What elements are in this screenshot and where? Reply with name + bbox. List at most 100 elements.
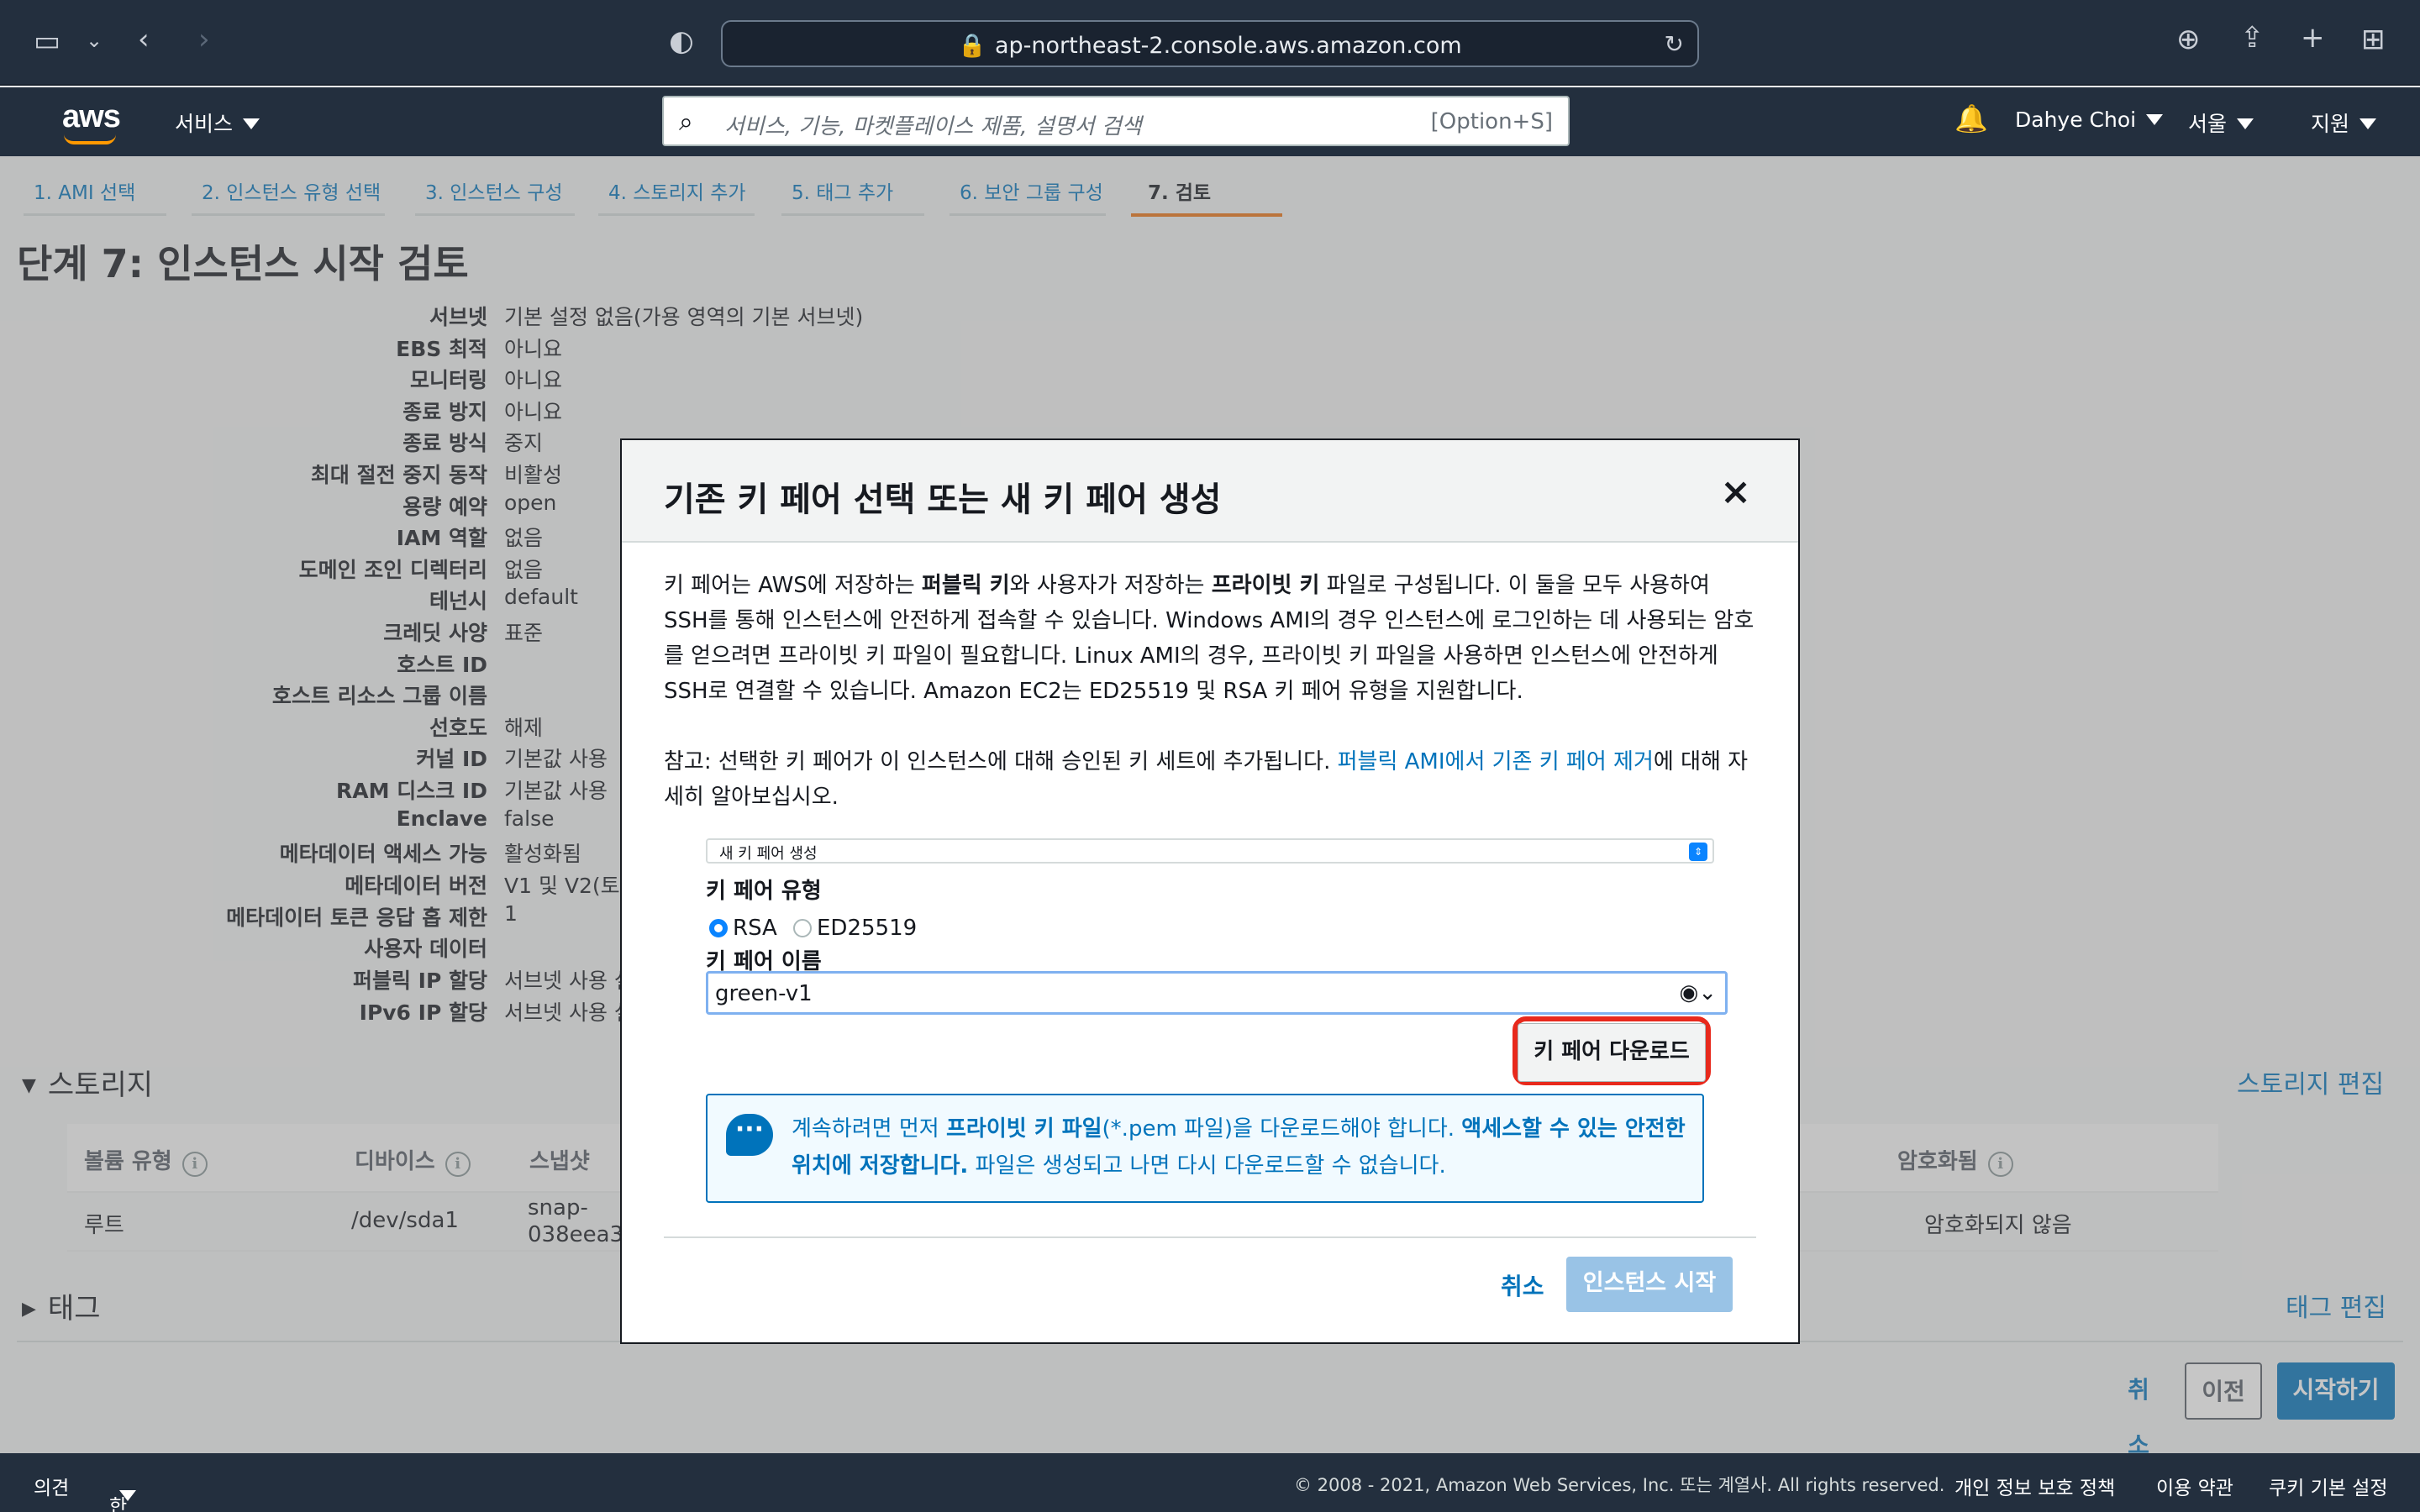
info-alert: ··· 계속하려면 먼저 프라이빗 키 파일(*.pem 파일)을 다운로드해야… bbox=[706, 1094, 1704, 1203]
key-name-input[interactable]: green-v1 ◉⌄ bbox=[706, 971, 1728, 1015]
key-pair-option-select[interactable]: 새 키 페어 생성 ⇕ bbox=[706, 838, 1714, 864]
forward-icon[interactable]: › bbox=[198, 25, 210, 54]
detail-row: 선호도 해제 bbox=[0, 711, 543, 742]
device-cell: /dev/sda1 bbox=[351, 1208, 459, 1233]
edit-tags-link[interactable]: 태그 편집 bbox=[2286, 1287, 2386, 1324]
detail-value: 기본값 사용 bbox=[504, 779, 608, 803]
close-icon[interactable]: × bbox=[1720, 470, 1751, 513]
tab-configure[interactable]: 3. 인스턴스 구성 bbox=[425, 176, 563, 205]
tab-underline-active bbox=[1131, 213, 1282, 217]
radio-rsa[interactable]: RSA bbox=[709, 916, 777, 941]
support-label: 지원 bbox=[2311, 112, 2350, 136]
detail-label: 용량 예약 bbox=[402, 495, 487, 519]
services-menu[interactable]: 서비스 bbox=[175, 108, 260, 138]
tab-ami[interactable]: 1. AMI 선택 bbox=[34, 176, 135, 205]
reload-icon[interactable]: ↻ bbox=[1665, 30, 1684, 58]
caret-down-icon bbox=[243, 118, 260, 129]
detail-value: 없음 bbox=[504, 526, 544, 550]
detail-value: default bbox=[504, 585, 578, 609]
detail-value: 아니요 bbox=[504, 368, 563, 392]
detail-row: 도메인 조인 디렉터리 없음 bbox=[0, 554, 543, 584]
cookie-link[interactable]: 쿠키 기본 설정 bbox=[2269, 1472, 2388, 1500]
modal-title: 기존 키 페어 선택 또는 새 키 페어 생성 bbox=[664, 480, 1222, 519]
sidebar-toggle-icon[interactable]: ▭ bbox=[34, 27, 60, 55]
search-icon: ⌕ bbox=[679, 108, 693, 137]
radio-ed25519[interactable]: ED25519 bbox=[793, 916, 917, 941]
detail-row: 메타데이터 버전 V1 및 V2(토큰 bbox=[0, 869, 639, 900]
radio-unselected-icon bbox=[793, 919, 812, 937]
detail-row: 메타데이터 액세스 가능 활성화됨 bbox=[0, 837, 581, 868]
back-icon[interactable]: ‹ bbox=[138, 25, 150, 54]
account-menu[interactable]: Dahye Choi bbox=[2015, 108, 2164, 132]
detail-row: 모니터링 아니요 bbox=[0, 364, 562, 394]
search-input[interactable]: ⌕ 서비스, 기능, 마켓플레이스 제품, 설명서 검색 [Option+S] bbox=[662, 96, 1570, 146]
launch-button[interactable]: 시작하기 bbox=[2277, 1362, 2395, 1420]
share-icon[interactable]: ⇪ bbox=[2240, 24, 2265, 52]
tab-security-group[interactable]: 6. 보안 그룹 구성 bbox=[960, 176, 1103, 205]
detail-label: Enclave bbox=[396, 806, 487, 831]
detail-label: 도메인 조인 디렉터리 bbox=[298, 558, 487, 582]
remove-key-pair-link[interactable]: 퍼블릭 AMI에서 기존 키 페어 제거 bbox=[1338, 749, 1654, 774]
detail-value: V1 및 V2(토큰 bbox=[504, 874, 639, 898]
tab-underline bbox=[24, 213, 166, 216]
detail-row: EBS 최적 아니요 bbox=[0, 333, 562, 363]
key-type-label: 키 페어 유형 bbox=[706, 879, 822, 904]
privacy-link[interactable]: 개인 정보 보호 정책 bbox=[1954, 1472, 2115, 1500]
terms-link[interactable]: 이용 약관 bbox=[2156, 1472, 2233, 1500]
autofill-contact-icon[interactable]: ◉⌄ bbox=[1680, 980, 1717, 1005]
info-icon[interactable]: i bbox=[1987, 1152, 2013, 1177]
detail-label: 종료 방지 bbox=[402, 400, 487, 424]
wizard-steps: 1. AMI 선택 2. 인스턴스 유형 선택 3. 인스턴스 구성 4. 스토… bbox=[0, 156, 2420, 218]
page-title: 단계 7: 인스턴스 시작 검토 bbox=[17, 241, 469, 286]
volume-type-cell: 루트 bbox=[84, 1213, 124, 1238]
info-icon[interactable]: i bbox=[445, 1152, 471, 1177]
detail-row: 메타데이터 토큰 응답 홉 제한 1 bbox=[0, 901, 518, 932]
cancel-button[interactable]: 취소 bbox=[2118, 1362, 2160, 1459]
detail-value: 중지 bbox=[504, 431, 544, 455]
support-menu[interactable]: 지원 bbox=[2311, 108, 2377, 138]
previous-button[interactable]: 이전 bbox=[2185, 1362, 2262, 1420]
modal-divider bbox=[664, 1236, 1756, 1238]
detail-row: IAM 역할 없음 bbox=[0, 522, 543, 552]
bell-icon[interactable]: 🔔 bbox=[1954, 102, 1988, 134]
address-bar[interactable]: 🔒 ap-northeast-2.console.aws.amazon.com ↻ bbox=[721, 20, 1699, 67]
tab-review[interactable]: 7. 검토 bbox=[1148, 176, 1211, 205]
launch-instances-button[interactable]: 인스턴스 시작 bbox=[1566, 1257, 1733, 1312]
detail-row: RAM 디스크 ID 기본값 사용 bbox=[0, 774, 608, 805]
storage-section-toggle[interactable]: ▼ 스토리지 bbox=[22, 1062, 153, 1103]
detail-label: 테넌시 bbox=[429, 589, 487, 613]
tags-title: 태그 bbox=[47, 1292, 101, 1326]
tab-overview-icon[interactable]: ⊞ bbox=[2361, 25, 2386, 54]
tags-section-toggle[interactable]: ▶ 태그 bbox=[22, 1285, 100, 1326]
aws-top-nav: aws 서비스 ⌕ 서비스, 기능, 마켓플레이스 제품, 설명서 검색 [Op… bbox=[0, 87, 2420, 156]
detail-row: IPv6 IP 할당 서브넷 사용 설 bbox=[0, 996, 634, 1026]
tab-instance-type[interactable]: 2. 인스턴스 유형 선택 bbox=[202, 176, 381, 205]
aws-logo[interactable]: aws bbox=[62, 99, 121, 135]
modal-cancel-button[interactable]: 취소 bbox=[1501, 1268, 1544, 1302]
chevron-down-icon[interactable]: ⌄ bbox=[86, 30, 103, 50]
shield-icon[interactable]: ◐ bbox=[669, 27, 694, 55]
detail-row: 퍼블릭 IP 할당 서브넷 사용 설 bbox=[0, 964, 634, 995]
detail-label: 메타데이터 액세스 가능 bbox=[279, 842, 487, 866]
detail-value: 아니요 bbox=[504, 400, 563, 424]
detail-value: 기본값 사용 bbox=[504, 747, 608, 771]
detail-label: 크레딧 사양 bbox=[383, 621, 487, 645]
feedback-link[interactable]: 의견 bbox=[34, 1472, 69, 1500]
tab-storage[interactable]: 4. 스토리지 추가 bbox=[608, 176, 746, 205]
tab-tags[interactable]: 5. 태그 추가 bbox=[792, 176, 893, 205]
detail-value: 표준 bbox=[504, 621, 544, 645]
download-key-pair-button[interactable]: 키 페어 다운로드 bbox=[1518, 1023, 1706, 1082]
tab-underline bbox=[415, 213, 575, 216]
download-icon[interactable]: ⊕ bbox=[2176, 25, 2201, 54]
info-icon[interactable]: i bbox=[182, 1152, 208, 1177]
caret-down-icon bbox=[2146, 114, 2164, 125]
detail-label: 서브넷 bbox=[429, 305, 487, 329]
radio-ed25519-label: ED25519 bbox=[817, 916, 918, 941]
new-tab-icon[interactable]: + bbox=[2301, 24, 2325, 52]
edit-storage-link[interactable]: 스토리지 편집 bbox=[2237, 1063, 2384, 1100]
search-placeholder: 서비스, 기능, 마켓플레이스 제품, 설명서 검색 bbox=[724, 114, 1142, 139]
detail-row: Enclave false bbox=[0, 806, 555, 837]
alert-message: 계속하려면 먼저 프라이빗 키 파일(*.pem 파일)을 다운로드해야 합니다… bbox=[792, 1116, 1686, 1179]
region-menu[interactable]: 서울 bbox=[2188, 108, 2254, 138]
detail-value: 아니요 bbox=[504, 337, 563, 361]
